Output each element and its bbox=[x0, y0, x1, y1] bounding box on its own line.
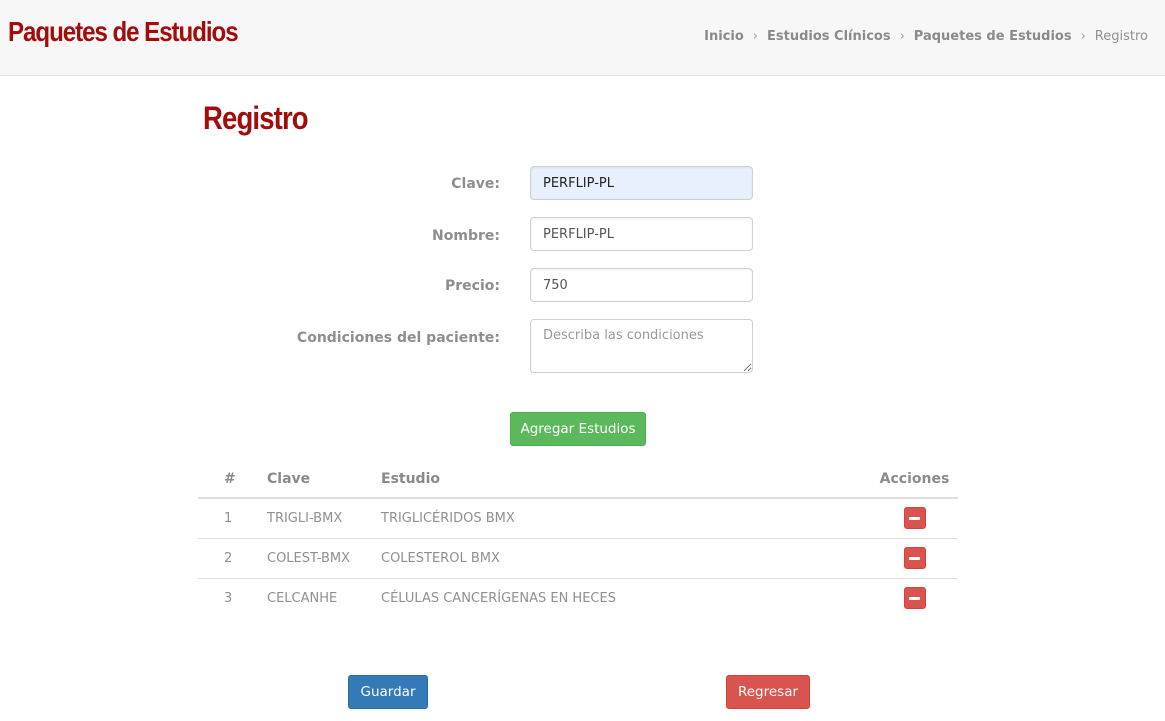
breadcrumb-separator: › bbox=[899, 29, 905, 44]
table-row: 1 TRIGLI-BMX TRIGLICÉRIDOS BMX bbox=[198, 498, 958, 539]
column-header-clave: Clave bbox=[267, 460, 381, 499]
precio-label: Precio: bbox=[445, 278, 500, 294]
breadcrumb-separator: › bbox=[1080, 29, 1086, 44]
column-header-num: # bbox=[198, 460, 267, 499]
clave-input[interactable] bbox=[530, 166, 753, 200]
app-title: Paquetes de Estudios bbox=[8, 16, 239, 47]
row-clave: CELCANHE bbox=[267, 590, 338, 606]
remove-study-button[interactable] bbox=[903, 547, 926, 569]
breadcrumb-registro: Registro bbox=[1094, 29, 1148, 44]
row-clave: COLEST-BMX bbox=[267, 538, 381, 579]
row-num: 3 bbox=[224, 590, 233, 606]
studies-table: # Clave Estudio Acciones 1 TRIGLI-BMX TR… bbox=[198, 460, 958, 618]
row-estudio: TRIGLICÉRIDOS BMX bbox=[381, 498, 871, 539]
minus-icon bbox=[909, 596, 920, 600]
breadcrumb-separator: › bbox=[752, 29, 758, 44]
top-bar: Paquetes de Estudios Inicio › Estudios C… bbox=[0, 0, 1165, 76]
nombre-label: Nombre: bbox=[432, 228, 500, 244]
remove-study-button[interactable] bbox=[903, 587, 926, 610]
column-header-acciones: Acciones bbox=[871, 460, 958, 499]
row-estudio: COLESTEROL BMX bbox=[381, 538, 871, 579]
row-clave: TRIGLI-BMX bbox=[267, 498, 381, 539]
row-estudio: CÉLULAS CANCERÍGENAS EN HECES bbox=[381, 590, 616, 606]
table-header-row: # Clave Estudio Acciones bbox=[198, 460, 958, 499]
condiciones-textarea[interactable] bbox=[530, 319, 753, 373]
back-button[interactable]: Regresar bbox=[726, 675, 810, 709]
breadcrumb-paquetes-de-estudios[interactable]: Paquetes de Estudios bbox=[914, 29, 1072, 44]
row-num: 1 bbox=[198, 498, 267, 539]
save-button[interactable]: Guardar bbox=[348, 675, 428, 709]
row-actions bbox=[871, 498, 958, 539]
column-header-estudio: Estudio bbox=[381, 460, 871, 499]
add-studies-button[interactable]: Agregar Estudios bbox=[510, 412, 646, 446]
page-title: Registro bbox=[203, 100, 309, 136]
breadcrumb-estudios-clinicos[interactable]: Estudios Clínicos bbox=[767, 29, 891, 44]
condiciones-label: Condiciones del paciente: bbox=[296, 330, 500, 346]
table-row: 2 COLEST-BMX COLESTEROL BMX bbox=[198, 538, 958, 579]
minus-icon bbox=[909, 556, 920, 560]
clave-label: Clave: bbox=[451, 176, 500, 192]
row-actions bbox=[871, 538, 958, 579]
row-actions bbox=[871, 578, 958, 618]
breadcrumb-inicio[interactable]: Inicio bbox=[704, 29, 744, 44]
row-num: 2 bbox=[198, 538, 267, 579]
remove-study-button[interactable] bbox=[903, 507, 926, 530]
minus-icon bbox=[909, 516, 920, 520]
precio-input[interactable] bbox=[530, 268, 753, 302]
table-row: 3 CELCANHE CÉLULAS CANCERÍGENAS EN HECES bbox=[198, 578, 958, 618]
nombre-input[interactable] bbox=[530, 217, 753, 251]
breadcrumb: Inicio › Estudios Clínicos › Paquetes de… bbox=[704, 29, 1148, 44]
